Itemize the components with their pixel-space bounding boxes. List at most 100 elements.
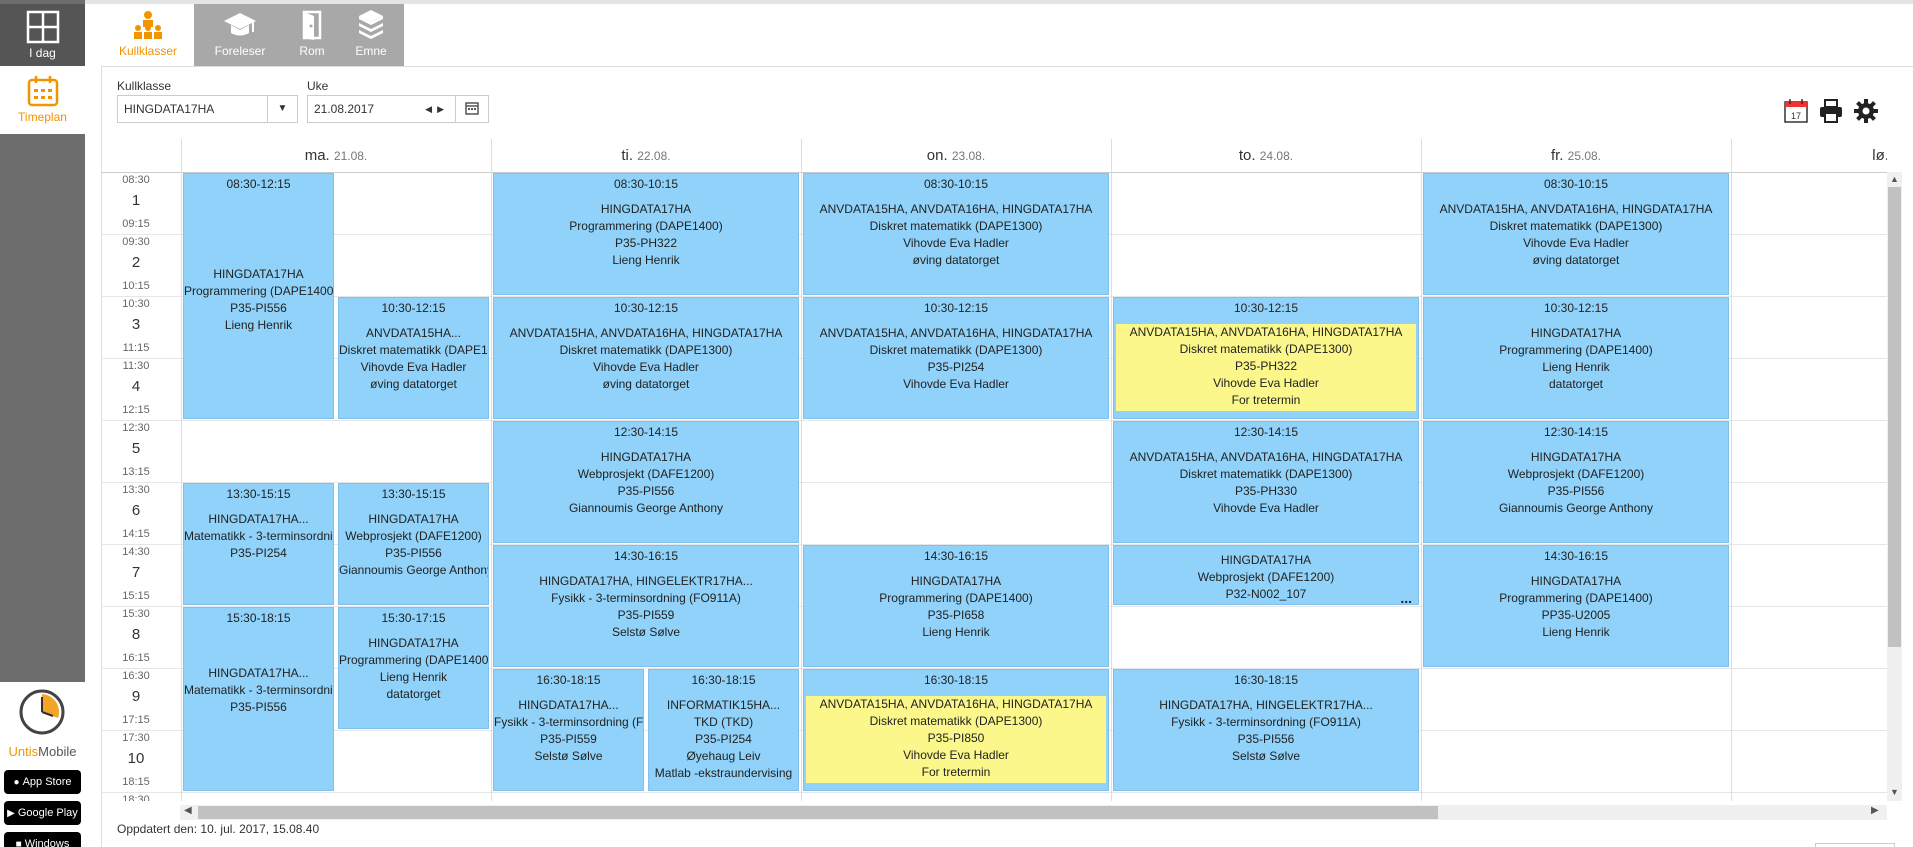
lesson-line: P35-PI559	[540, 732, 597, 746]
lesson-block[interactable]: 10:30-12:15 ANVDATA15HA, ANVDATA16HA, HIN…	[493, 297, 799, 419]
lesson-block[interactable]: 16:30-18:15 HINGDATA17HA... Fysikk - 3-ter…	[493, 669, 644, 791]
lesson-line: Programmering (DAPE1400)	[879, 591, 1033, 605]
lesson-block[interactable]: 08:30-10:15 HINGDATA17HA Programmering (DA…	[493, 173, 799, 295]
sidebar-item-today[interactable]: I dag	[0, 4, 85, 66]
lesson-line: HINGDATA17HA	[600, 450, 692, 464]
period-end-time: 11:15	[122, 342, 150, 354]
lesson-block[interactable]: 15:30-18:15 HINGDATA17HA... Matematikk - 3…	[183, 607, 334, 791]
windows-store-badge[interactable]: ■ Windows	[4, 832, 81, 847]
calendar-icon[interactable]: 17	[1783, 98, 1809, 124]
period-number: 3	[131, 316, 141, 333]
lesson-block[interactable]: 08:30-10:15 ANVDATA15HA, ANVDATA16HA, HIN…	[803, 173, 1109, 295]
day-date: 21.08.	[333, 149, 368, 163]
day-header[interactable]: ti. 22.08.	[491, 139, 801, 172]
lesson-line: Diskret matematikk (DAPE1300)	[559, 343, 733, 357]
period-start-time: 12:30	[122, 422, 150, 434]
lesson-line: Selstø Sølve	[1231, 749, 1300, 763]
lesson-block[interactable]: 10:30-12:15 ANVDATA15HA... Diskret matemat…	[338, 297, 489, 419]
google-play-badge[interactable]: ▶ Google Play	[4, 801, 81, 825]
lesson-time: 12:30-14:15	[1233, 425, 1299, 439]
day-header[interactable]: lø. 2	[1731, 139, 1887, 172]
lesson-block[interactable]: 10:30-12:15 HINGDATA17HA Programmering (DA…	[1423, 297, 1729, 419]
lesson-block[interactable]: 10:30-12:15 ANVDATA15HA, ANVDATA16HA, HIN…	[803, 297, 1109, 419]
grid-column-line	[491, 139, 492, 801]
scroll-right-icon[interactable]: ▶	[1871, 805, 1883, 820]
lesson-line: HINGDATA17HA	[1220, 553, 1312, 567]
period-number: 5	[131, 440, 141, 457]
horizontal-scroll-thumb[interactable]	[198, 806, 1438, 819]
lesson-line: HINGDATA17HA	[600, 202, 692, 216]
tab-rom[interactable]: Rom	[286, 4, 338, 66]
period-start-time: 15:30	[122, 608, 150, 620]
tab-foreleser[interactable]: Foreleser	[194, 4, 286, 66]
lesson-line: HINGDATA17HA	[213, 267, 304, 281]
day-header[interactable]: on. 23.08.	[801, 139, 1111, 172]
scroll-left-icon[interactable]: ◀	[184, 805, 196, 820]
lesson-line: INFORMATIK15HA...	[666, 698, 781, 712]
lesson-block[interactable]: 16:30-18:15 ANVDATA15HA, ANVDATA16HA, HIN…	[803, 669, 1109, 791]
more-indicator[interactable]: ...	[1400, 591, 1412, 604]
lesson-block[interactable]: 12:30-14:15 HINGDATA17HA Webprosjekt (DAFE…	[1423, 421, 1729, 543]
scroll-down-icon[interactable]: ▼	[1888, 787, 1901, 799]
next-week-icon[interactable]: ▶	[437, 104, 449, 114]
lesson-line: P35-PI254	[230, 546, 287, 560]
play-icon: ▶	[7, 808, 15, 819]
lesson-line: Selstø Sølve	[611, 625, 680, 639]
lesson-line: Øyehaug Leiv	[686, 749, 761, 763]
tab-emne[interactable]: Emne	[338, 4, 404, 66]
lesson-block[interactable]: 12:30-14:15 ANVDATA15HA, ANVDATA16HA, HIN…	[1113, 421, 1419, 543]
lesson-block[interactable]: 14:30-16:15 HINGDATA17HA Programmering (DA…	[803, 545, 1109, 667]
app-store-badge[interactable]: ● App Store	[4, 770, 81, 794]
grid-column-line	[181, 139, 182, 801]
lesson-line: HINGDATA17HA	[1530, 574, 1622, 588]
lesson-line: P35-PH322	[614, 236, 678, 250]
week-date-input[interactable]: 21.08.2017 ◀▶	[307, 95, 456, 123]
lesson-block[interactable]: HINGDATA17HA Webprosjekt (DAFE1200) P32-N0…	[1113, 545, 1419, 605]
scroll-up-icon[interactable]: ▲	[1888, 174, 1901, 186]
lesson-block[interactable]: 16:30-18:15 HINGDATA17HA, HINGELEKTR17HA.…	[1113, 669, 1419, 791]
lesson-line: Diskret matematikk (DAPE1300)	[869, 714, 1043, 728]
day-header[interactable]: ma. 21.08.	[181, 139, 491, 172]
lesson-line: HINGDATA17HA, HINGELEKTR17HA...	[539, 574, 753, 588]
graduation-cap-icon	[224, 13, 256, 36]
lesson-time: 08:30-10:15	[1543, 177, 1609, 191]
sidebar-item-timetable[interactable]: Timeplan	[0, 66, 85, 134]
day-date: 22.08.	[637, 149, 671, 163]
lesson-time: 10:30-12:15	[613, 301, 679, 315]
footer-widget	[1815, 843, 1895, 847]
lesson-block[interactable]: 14:30-16:15 HINGDATA17HA Programmering (DA…	[1423, 545, 1729, 667]
brand-name: UntisMobile	[8, 744, 77, 759]
prev-week-icon[interactable]: ◀	[425, 104, 437, 114]
period-end-time: 15:15	[122, 590, 150, 602]
vertical-scroll-thumb[interactable]	[1888, 187, 1901, 647]
settings-icon[interactable]	[1853, 98, 1879, 124]
lesson-block[interactable]: 08:30-10:15 ANVDATA15HA, ANVDATA16HA, HIN…	[1423, 173, 1729, 295]
lesson-highlight: ANVDATA15HA, ANVDATA16HA, HINGDATA17HA Di…	[1116, 324, 1416, 411]
day-header[interactable]: fr. 25.08.	[1421, 139, 1731, 172]
lesson-block[interactable]: 08:30-12:15 HINGDATA17HA Programmering (DA…	[183, 173, 334, 419]
lesson-line: Programmering (DAPE1400)	[184, 284, 334, 298]
lesson-block[interactable]: 16:30-18:15 INFORMATIK15HA... TKD (TKD) P35…	[648, 669, 799, 791]
lesson-line: P35-PI556	[1547, 484, 1605, 498]
lesson-time: 13:30-15:15	[226, 487, 291, 501]
period-number: 8	[131, 626, 141, 643]
lesson-time: 10:30-12:15	[381, 301, 446, 315]
lesson-block[interactable]: 15:30-17:15 HINGDATA17HA Programmering (DA…	[338, 607, 489, 729]
date-picker-button[interactable]	[455, 95, 489, 123]
lesson-block[interactable]: 14:30-16:15 HINGDATA17HA, HINGELEKTR17HA.…	[493, 545, 799, 667]
print-icon[interactable]	[1818, 98, 1844, 124]
period-start-time: 10:30	[122, 298, 150, 310]
day-header[interactable]: to. 24.08.	[1111, 139, 1421, 172]
lesson-block[interactable]: 10:30-12:15 ANVDATA15HA, ANVDATA16HA, HIN…	[1113, 297, 1419, 419]
lesson-line: Fysikk - 3-terminsordning (FO911A)	[551, 591, 741, 605]
lesson-block[interactable]: 13:30-15:15 HINGDATA17HA Webprosjekt (DAFE…	[338, 483, 489, 605]
lesson-line: HINGDATA17HA	[368, 636, 459, 650]
class-select[interactable]: HINGDATA17HA ▼	[117, 95, 298, 123]
tab-kullklasser[interactable]: Kullklasser	[102, 4, 194, 66]
period-start-time: 14:30	[122, 546, 150, 558]
grid-column-line	[1421, 139, 1422, 801]
lesson-block[interactable]: 13:30-15:15 HINGDATA17HA... Matematikk - 3…	[183, 483, 334, 605]
lesson-line: Vihovde Eva Hadler	[360, 360, 467, 374]
lesson-block[interactable]: 12:30-14:15 HINGDATA17HA Webprosjekt (DAFE…	[493, 421, 799, 543]
lesson-line: Matlab -ekstraundervising	[654, 766, 793, 780]
